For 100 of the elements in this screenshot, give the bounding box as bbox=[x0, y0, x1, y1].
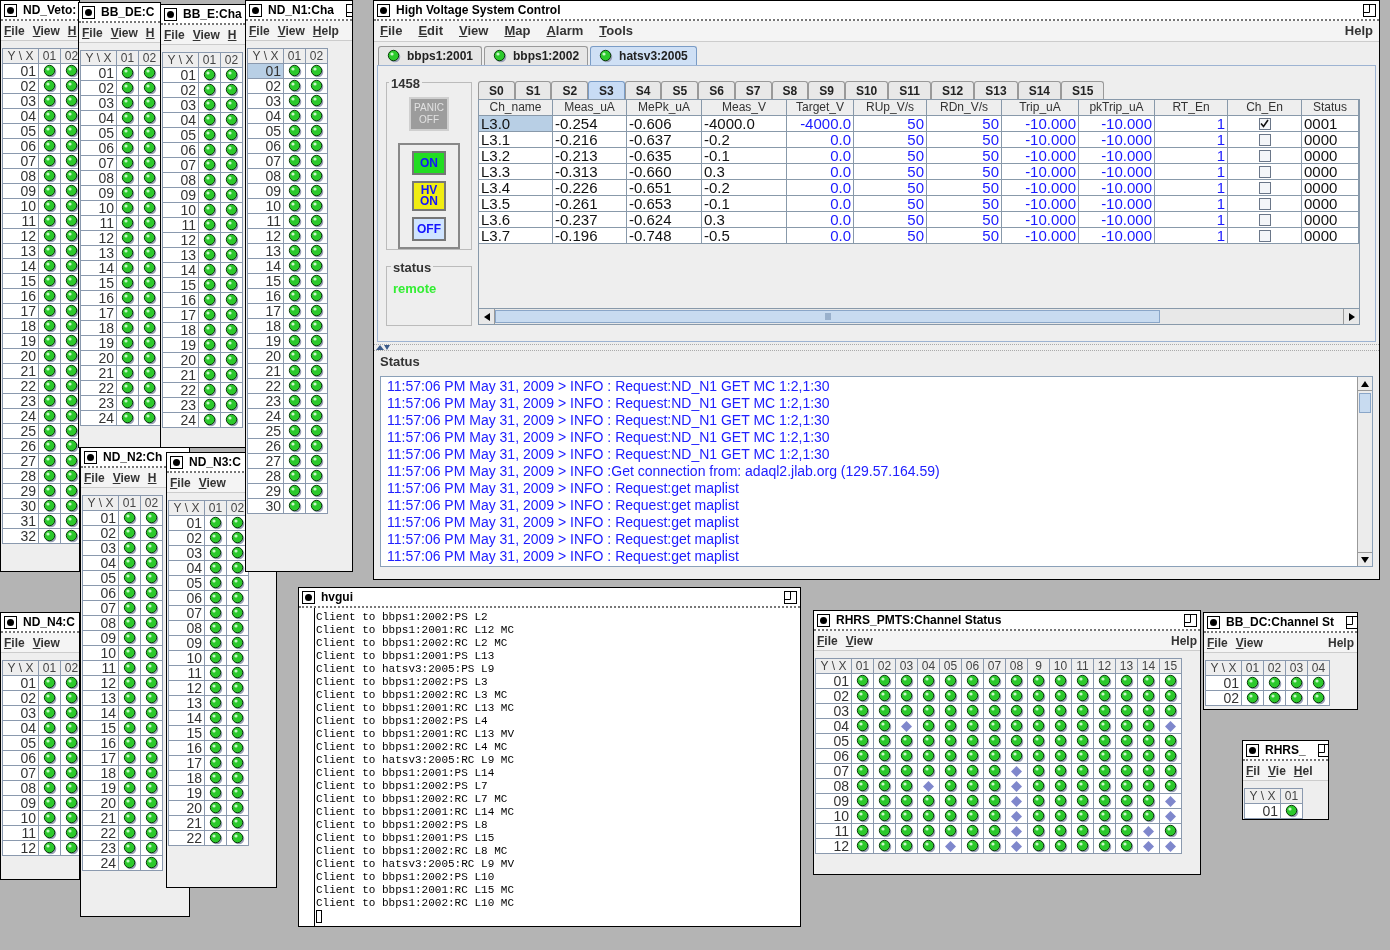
row-label[interactable]: 11 bbox=[163, 218, 199, 233]
row-label[interactable]: 22 bbox=[169, 831, 205, 846]
row-label[interactable]: 17 bbox=[81, 306, 117, 321]
row-label[interactable]: 08 bbox=[81, 171, 117, 186]
menu-item[interactable]: View bbox=[32, 21, 60, 40]
window-menu-icon[interactable] bbox=[4, 615, 17, 629]
row-label[interactable]: 21 bbox=[248, 364, 284, 379]
row-label[interactable]: 04 bbox=[3, 721, 39, 736]
menu-item[interactable]: View bbox=[1235, 633, 1263, 652]
window-menu-icon[interactable] bbox=[1207, 615, 1220, 629]
row-label[interactable]: 12 bbox=[248, 229, 284, 244]
window-menu-icon[interactable] bbox=[84, 450, 97, 464]
row-label[interactable]: 05 bbox=[83, 571, 119, 586]
row-label[interactable]: 18 bbox=[83, 766, 119, 781]
slot-tab[interactable]: S9 bbox=[808, 81, 845, 99]
power-button[interactable]: ON bbox=[412, 151, 446, 175]
row-label[interactable]: 17 bbox=[3, 304, 39, 319]
row-label[interactable]: 14 bbox=[248, 259, 284, 274]
row-label[interactable]: 04 bbox=[83, 556, 119, 571]
row-label[interactable]: 10 bbox=[3, 811, 39, 826]
menu-item[interactable]: H bbox=[67, 21, 77, 40]
menu-item[interactable]: Alarm bbox=[546, 21, 584, 41]
slot-tab[interactable]: S4 bbox=[624, 81, 662, 99]
slot-tab[interactable]: S3 bbox=[588, 81, 625, 99]
row-label[interactable]: 16 bbox=[81, 291, 117, 306]
row-label[interactable]: 24 bbox=[83, 856, 119, 871]
row-label[interactable]: 06 bbox=[83, 586, 119, 601]
row-label[interactable]: 06 bbox=[3, 751, 39, 766]
server-tab[interactable]: hatsv3:2005 bbox=[590, 46, 697, 65]
row-label[interactable]: 15 bbox=[169, 726, 205, 741]
slot-tab[interactable]: S12 bbox=[930, 81, 975, 99]
menu-item[interactable]: File bbox=[164, 25, 185, 44]
row-label[interactable]: 29 bbox=[3, 484, 39, 499]
row-label[interactable]: 02 bbox=[169, 531, 205, 546]
row-label[interactable]: 30 bbox=[3, 499, 39, 514]
row-label[interactable]: 06 bbox=[81, 141, 117, 156]
row-label[interactable]: 12 bbox=[83, 676, 119, 691]
row-label[interactable]: 24 bbox=[248, 409, 284, 424]
menu-item[interactable]: View bbox=[845, 631, 873, 650]
server-tab[interactable]: bbps1:2002 bbox=[484, 46, 589, 65]
row-label[interactable]: 05 bbox=[816, 734, 852, 749]
window-menu-icon[interactable] bbox=[1246, 743, 1259, 757]
row-label[interactable]: 17 bbox=[83, 751, 119, 766]
row-label[interactable]: 14 bbox=[81, 261, 117, 276]
row-label[interactable]: 08 bbox=[169, 621, 205, 636]
window-menu-icon[interactable] bbox=[377, 3, 390, 17]
menu-item[interactable]: Vie bbox=[1268, 761, 1286, 780]
menu-item[interactable]: H bbox=[145, 23, 155, 42]
row-label[interactable]: 02 bbox=[3, 691, 39, 706]
row-label[interactable]: 02 bbox=[1206, 691, 1242, 706]
row-label[interactable]: 19 bbox=[248, 334, 284, 349]
row-label[interactable]: 28 bbox=[3, 469, 39, 484]
row-label[interactable]: 22 bbox=[163, 383, 199, 398]
row-label[interactable]: 01 bbox=[1245, 804, 1281, 819]
row-label[interactable]: 32 bbox=[3, 529, 39, 544]
maximize-icon[interactable] bbox=[1184, 613, 1197, 627]
row-label[interactable]: 26 bbox=[3, 439, 39, 454]
row-label[interactable]: 01 bbox=[3, 64, 39, 79]
row-label[interactable]: 22 bbox=[248, 379, 284, 394]
row-label[interactable]: 04 bbox=[169, 561, 205, 576]
row-label[interactable]: 12 bbox=[81, 231, 117, 246]
row-label[interactable]: 28 bbox=[248, 469, 284, 484]
row-label[interactable]: 03 bbox=[169, 546, 205, 561]
row-label[interactable]: 13 bbox=[169, 696, 205, 711]
row-label[interactable]: 05 bbox=[3, 124, 39, 139]
row-label[interactable]: 24 bbox=[81, 411, 117, 426]
row-label[interactable]: 13 bbox=[163, 248, 199, 263]
row-label[interactable]: 22 bbox=[3, 379, 39, 394]
row-label[interactable]: 04 bbox=[81, 111, 117, 126]
menu-item[interactable]: H bbox=[147, 468, 157, 487]
row-label[interactable]: 23 bbox=[81, 396, 117, 411]
row-label[interactable]: 08 bbox=[248, 169, 284, 184]
row-label[interactable]: 05 bbox=[3, 736, 39, 751]
menu-item[interactable]: Help bbox=[1344, 21, 1373, 41]
menu-item[interactable]: View bbox=[459, 21, 489, 41]
menu-item[interactable]: File bbox=[82, 23, 103, 42]
row-label[interactable]: 13 bbox=[248, 244, 284, 259]
row-label[interactable]: 02 bbox=[248, 79, 284, 94]
server-tab[interactable]: bbps1:2001 bbox=[378, 46, 483, 65]
row-label[interactable]: 05 bbox=[248, 124, 284, 139]
row-label[interactable]: 08 bbox=[3, 169, 39, 184]
row-label[interactable]: 11 bbox=[3, 826, 39, 841]
menu-item[interactable]: View bbox=[112, 468, 140, 487]
row-label[interactable]: 12 bbox=[163, 233, 199, 248]
row-label[interactable]: 21 bbox=[83, 811, 119, 826]
menu-item[interactable]: Help bbox=[1328, 633, 1354, 652]
row-label[interactable]: 19 bbox=[83, 781, 119, 796]
row-label[interactable]: 09 bbox=[163, 188, 199, 203]
row-label[interactable]: 12 bbox=[816, 839, 852, 854]
row-label[interactable]: 11 bbox=[248, 214, 284, 229]
menu-item[interactable]: Fil bbox=[1246, 761, 1260, 780]
row-label[interactable]: 23 bbox=[163, 398, 199, 413]
slot-tab[interactable]: S8 bbox=[771, 81, 809, 99]
menu-item[interactable]: View bbox=[192, 25, 220, 44]
row-label[interactable]: 12 bbox=[169, 681, 205, 696]
menu-item[interactable]: File bbox=[1207, 633, 1228, 652]
row-label[interactable]: 16 bbox=[169, 741, 205, 756]
row-label[interactable]: 07 bbox=[163, 158, 199, 173]
row-label[interactable]: 08 bbox=[83, 616, 119, 631]
row-label[interactable]: 03 bbox=[3, 706, 39, 721]
